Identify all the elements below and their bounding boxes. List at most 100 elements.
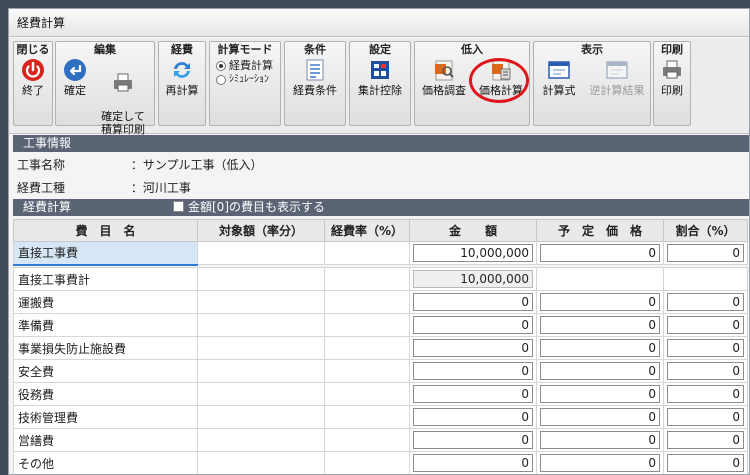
ratio-field[interactable]: 0 — [667, 454, 744, 472]
target-amount-cell — [197, 405, 325, 429]
ratio-field[interactable]: 0 — [667, 339, 744, 357]
group-title: 編集 — [94, 43, 116, 56]
ratio-field[interactable]: 0 — [667, 316, 744, 334]
group-close: 閉じる 終了 — [13, 41, 53, 126]
ratio-cell: 0 — [663, 336, 748, 360]
ratio-field[interactable]: 0 — [667, 408, 744, 426]
planned-price-field[interactable]: 0 — [540, 339, 660, 357]
ratio-cell: 0 — [663, 290, 748, 314]
mode-expense-label: 経費計算 — [229, 59, 273, 72]
ratio-field[interactable]: 0 — [667, 431, 744, 449]
planned-price-field[interactable]: 0 — [540, 408, 660, 426]
row-name: 安全費 — [13, 359, 198, 383]
amount-cell: 10,000,000 — [409, 241, 537, 265]
group-title: 低入 — [461, 43, 483, 56]
recalc-button[interactable]: 再計算 — [161, 58, 203, 97]
amount-cell: 0 — [409, 336, 537, 360]
ratio-cell: 0 — [663, 313, 748, 337]
row-name: 直接工事費計 — [13, 267, 198, 291]
target-amount-cell — [197, 382, 325, 406]
aggregate-deduction-button[interactable]: 集計控除 — [352, 58, 408, 97]
formula-button[interactable]: 計算式 — [536, 58, 582, 97]
ratio-field[interactable]: 0 — [667, 244, 744, 262]
price-survey-button[interactable]: 価格調査 — [417, 58, 471, 97]
ribbon-toolbar: 閉じる 終了 編集 確定 確定して 積算印刷 経費 再計算 計算モード 経費計算… — [9, 38, 749, 136]
table-row[interactable]: 安全費 0 0 0 — [13, 359, 748, 383]
ratio-field[interactable]: 0 — [667, 385, 744, 403]
row-name: 直接工事費 — [13, 241, 198, 266]
table-row[interactable]: 運搬費 0 0 0 — [13, 290, 748, 314]
planned-cell: 0 — [536, 451, 664, 474]
ratio-cell: 0 — [663, 382, 748, 406]
recalc-icon — [174, 62, 190, 78]
column-header: 経費率（%） — [324, 219, 410, 242]
table-row[interactable]: 役務費 0 0 0 — [13, 382, 748, 406]
row-name: 準備費 — [13, 313, 198, 337]
planned-price-field[interactable]: 0 — [540, 431, 660, 449]
row-name: 営繕費 — [13, 428, 198, 452]
exit-button[interactable]: 終了 — [18, 58, 48, 97]
table-row[interactable]: 営繕費 0 0 0 — [13, 428, 748, 452]
print-label: 印刷 — [661, 84, 683, 97]
confirm-button[interactable]: 確定 — [60, 58, 90, 97]
expense-table: 費 目 名 対象額（率分） 経費率（%） 金 額 予 定 価 格 割合（%） 直… — [13, 219, 748, 474]
planned-cell: 0 — [536, 359, 664, 383]
amount-cell: 0 — [409, 359, 537, 383]
project-name-label: 工事名称 — [17, 158, 66, 172]
print-button[interactable]: 印刷 — [656, 58, 688, 97]
planned-price-field[interactable]: 0 — [540, 293, 660, 311]
amount-field[interactable]: 0 — [413, 408, 533, 426]
planned-cell — [536, 267, 664, 291]
amount-cell: 0 — [409, 428, 537, 452]
price-survey-label: 価格調査 — [422, 84, 466, 97]
calc-book-icon — [371, 61, 389, 79]
amount-field[interactable]: 0 — [413, 339, 533, 357]
show-zero-checkbox[interactable]: 金額[0]の費目も表示する — [173, 199, 325, 216]
amount-field[interactable]: 0 — [413, 454, 533, 472]
group-calc-mode: 計算モード 経費計算 ｼﾐｭﾚｰｼｮﾝ — [209, 41, 281, 126]
table-row[interactable]: 準備費 0 0 0 — [13, 313, 748, 337]
group-settings: 設定 集計控除 — [349, 41, 411, 126]
amount-field[interactable]: 0 — [413, 385, 533, 403]
printer-icon — [663, 60, 681, 79]
ratio-field[interactable]: 0 — [667, 293, 744, 311]
expense-rate-cell — [324, 451, 410, 474]
confirm-print-label: 確定して 積算印刷 — [101, 110, 145, 136]
table-row[interactable]: 直接工事費 10,000,000 0 0 — [13, 241, 748, 266]
table-row[interactable]: その他 0 0 0 — [13, 451, 748, 474]
table-row[interactable]: 事業損失防止施設費 0 0 0 — [13, 336, 748, 360]
expense-condition-label: 経費条件 — [293, 84, 337, 97]
reverse-calc-icon — [606, 61, 628, 79]
price-calc-label: 価格計算 — [479, 84, 523, 97]
expense-condition-button[interactable]: 経費条件 — [287, 58, 343, 97]
project-name-value: ：サンプル工事（低入） — [130, 158, 263, 172]
radio-selected-icon — [216, 60, 226, 71]
amount-field[interactable]: 0 — [413, 362, 533, 380]
price-calc-button[interactable]: 価格計算 — [473, 58, 529, 97]
amount-cell: 0 — [409, 451, 537, 474]
planned-price-field[interactable]: 0 — [540, 454, 660, 472]
ratio-field[interactable]: 0 — [667, 362, 744, 380]
planned-price-field[interactable]: 0 — [540, 385, 660, 403]
group-expense: 経費 再計算 — [158, 41, 206, 126]
checkbox-icon — [173, 201, 184, 212]
table-row[interactable]: 技術管理費 0 0 0 — [13, 405, 748, 429]
planned-price-field[interactable]: 0 — [540, 362, 660, 380]
planned-price-field[interactable]: 0 — [540, 316, 660, 334]
planned-price-field[interactable]: 0 — [540, 244, 660, 262]
target-amount-cell — [197, 451, 325, 474]
amount-field[interactable]: 0 — [413, 431, 533, 449]
table-row[interactable]: 直接工事費計 10,000,000 — [13, 267, 748, 291]
expense-type-value: ：河川工事 — [130, 181, 191, 195]
amount-field[interactable]: 0 — [413, 293, 533, 311]
amount-field[interactable]: 0 — [413, 316, 533, 334]
expense-rate-cell — [324, 382, 410, 406]
mode-simulation-radio[interactable]: ｼﾐｭﾚｰｼｮﾝ — [216, 73, 269, 86]
amount-field[interactable]: 10,000,000 — [413, 244, 533, 262]
confirm-print-button[interactable]: 確定して 積算印刷 — [94, 58, 152, 136]
mode-simulation-label: ｼﾐｭﾚｰｼｮﾝ — [229, 74, 269, 85]
price-survey-icon — [435, 60, 454, 81]
reverse-calc-result-button[interactable]: 逆計算結果 — [584, 58, 650, 97]
mode-expense-radio[interactable]: 経費計算 — [216, 59, 273, 72]
expense-section-header: 経費計算 金額[0]の費目も表示する — [13, 199, 749, 216]
